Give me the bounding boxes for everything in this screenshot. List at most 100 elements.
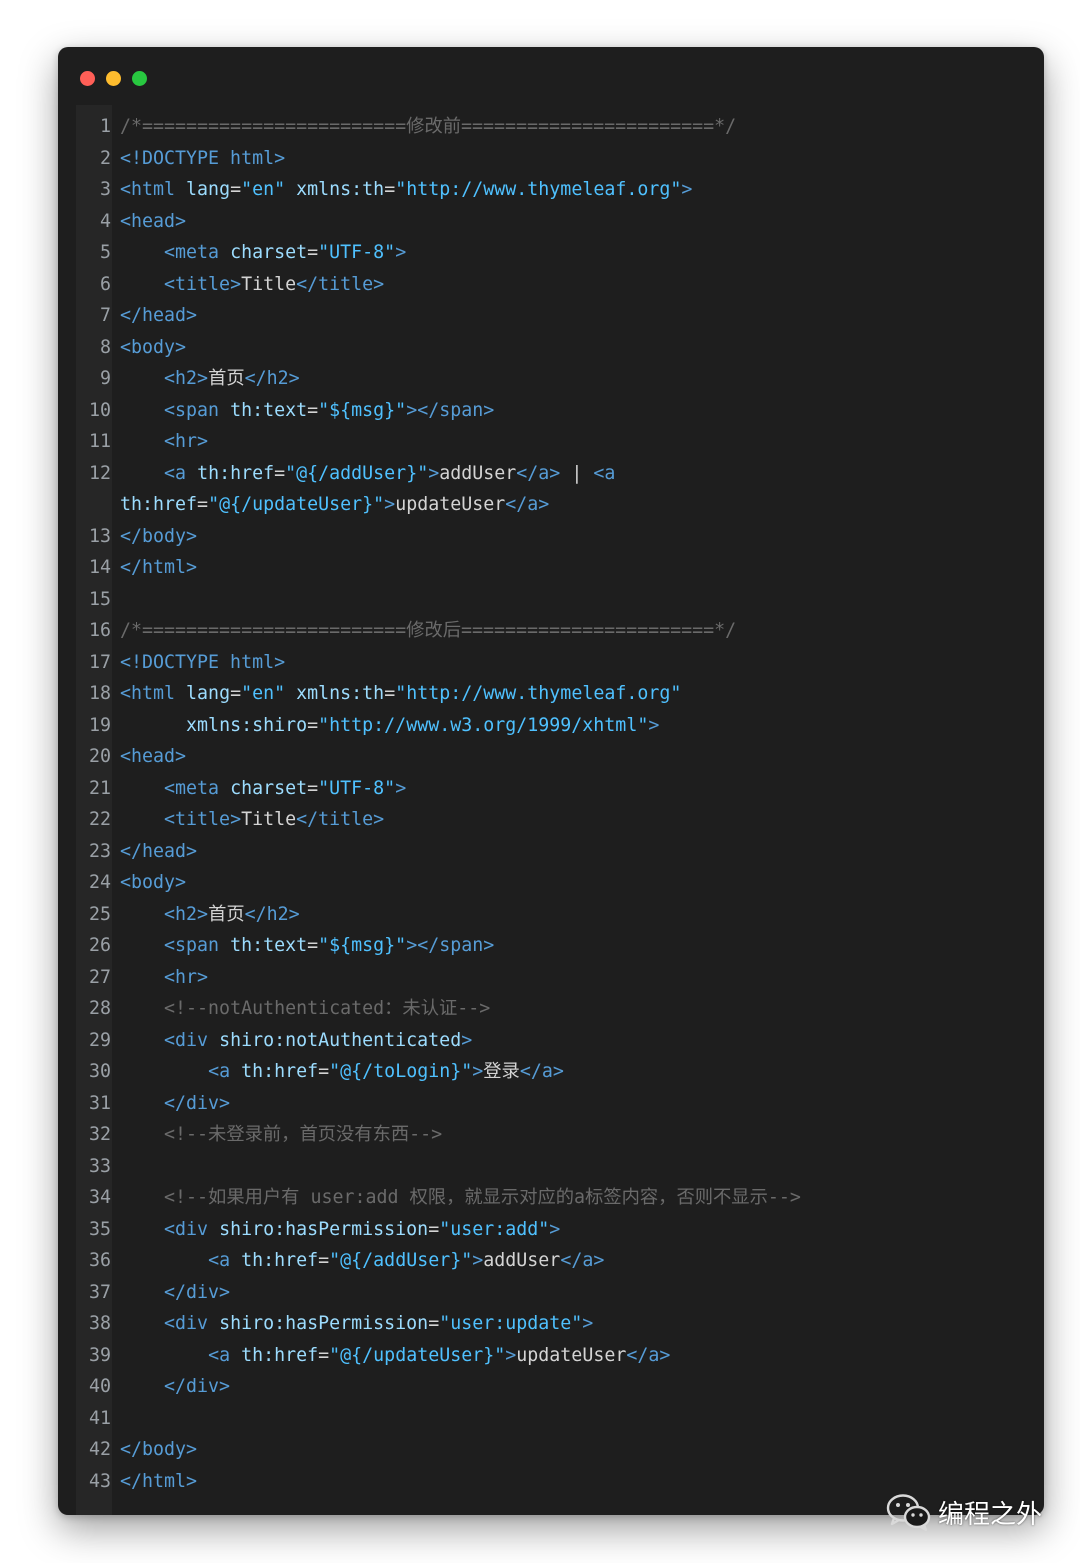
code-line: 24 <body>: [76, 867, 1036, 899]
code-token: </div>: [164, 1376, 231, 1397]
maximize-button[interactable]: [132, 71, 147, 86]
line-number: 31: [88, 1092, 111, 1114]
code-line: 35 <div shiro:hasPermission="user:add">: [76, 1214, 1036, 1246]
code-line: 33: [76, 1151, 1036, 1183]
code-token: <div: [164, 1313, 220, 1334]
code-token: Title: [241, 273, 297, 295]
line-text: <hr>: [111, 426, 208, 458]
code-token: "${msg}": [318, 935, 407, 956]
code-token: "http://www.w3.org/1999/xhtml": [318, 714, 649, 736]
code-token: "UTF-8": [318, 777, 396, 799]
code-token: =: [274, 462, 286, 484]
code-token: </a>: [516, 462, 561, 484]
code-token: <!--如果用户有 user:add 权限，就显示对应的a标签内容，否则不显示-…: [164, 1187, 801, 1208]
code-token: th:text: [230, 399, 308, 421]
code-token: Title: [241, 809, 297, 830]
code-token: >: [472, 1250, 484, 1271]
code-token: >: [395, 242, 407, 263]
code-token: <html: [120, 683, 187, 704]
code-token: addUser: [439, 462, 517, 484]
code-token: <a: [593, 462, 616, 484]
code-line: 13 </body>: [76, 521, 1036, 553]
line-number: 14: [88, 557, 111, 578]
code-token: =: [428, 1218, 440, 1240]
code-token: updateUser: [516, 1344, 627, 1366]
line-text: <a th:href="@{/updateUser}">updateUser</…: [111, 1340, 670, 1372]
line-number: 39: [88, 1344, 111, 1366]
line-number: 33: [88, 1155, 111, 1177]
code-token: >: [549, 1218, 561, 1240]
line-number: 43: [88, 1470, 111, 1492]
code-token: th:href: [241, 1061, 319, 1082]
code-token: <head>: [120, 210, 187, 232]
code-token: charset: [230, 777, 308, 799]
code-token: </a>: [560, 1250, 605, 1271]
code-token: =: [318, 1250, 330, 1271]
line-number: 23: [88, 840, 111, 862]
code-token: >: [582, 1313, 594, 1334]
code-token: <body>: [120, 872, 187, 893]
code-token: <a: [164, 462, 198, 484]
line-number: 5: [99, 242, 111, 263]
code-line: 41: [76, 1403, 1036, 1435]
wechat-icon: [886, 1494, 931, 1532]
line-number: 40: [88, 1376, 111, 1397]
code-token: <meta: [164, 242, 231, 263]
code-line: 21 <meta charset="UTF-8">: [76, 773, 1036, 805]
code-token: 登录: [483, 1061, 520, 1082]
code-token: >: [505, 1344, 517, 1366]
code-token: xmlns:th: [296, 683, 385, 704]
code-token: >: [648, 714, 660, 736]
line-number: 10: [88, 399, 111, 421]
line-number: 17: [88, 651, 111, 673]
code-token: shiro:hasPermission: [219, 1218, 429, 1240]
line-text: </div>: [111, 1371, 230, 1403]
code-token: </a>: [519, 1061, 564, 1082]
code-line: 32 <!--未登录前，首页没有东西-->: [76, 1119, 1036, 1151]
line-number: 9: [99, 368, 111, 389]
code-token: =: [428, 1313, 440, 1334]
code-window: 1 /*========================修改前==========…: [58, 47, 1044, 1515]
code-token: "UTF-8": [318, 242, 396, 263]
code-token: =: [307, 242, 319, 263]
line-text: <!--notAuthenticated：未认证-->: [111, 993, 490, 1025]
line-number: 20: [88, 746, 111, 767]
minimize-button[interactable]: [106, 71, 121, 86]
line-text: </html>: [111, 1466, 197, 1498]
code-line: 12 <a th:href="@{/addUser}">addUser</a> …: [76, 458, 1036, 490]
code-token: "@{/addUser}": [329, 1250, 473, 1271]
code-token: th:href: [241, 1344, 319, 1366]
code-token: <!--未登录前，首页没有东西-->: [164, 1124, 443, 1145]
code-token: >: [461, 1029, 473, 1051]
code-token: <!DOCTYPE html>: [120, 651, 286, 673]
code-token: shiro:hasPermission: [219, 1313, 429, 1334]
close-button[interactable]: [80, 71, 95, 86]
code-token: </head>: [120, 305, 198, 326]
line-text: <html lang="en" xmlns:th="http://www.thy…: [111, 678, 681, 710]
line-number: 30: [88, 1061, 111, 1082]
line-number: 25: [88, 903, 111, 925]
code-token: </a>: [505, 494, 550, 515]
code-token: updateUser: [395, 494, 506, 515]
code-token: >: [681, 179, 693, 200]
code-editor[interactable]: 1 /*========================修改前==========…: [76, 111, 1036, 1497]
line-number: [76, 489, 111, 521]
code-token: >: [395, 777, 407, 799]
code-token: </title>: [296, 273, 385, 295]
line-number: 13: [88, 525, 111, 547]
line-text: <span th:text="${msg}"></span>: [111, 930, 494, 962]
line-text: /*========================修改后===========…: [111, 615, 736, 647]
code-line: 8 <body>: [76, 332, 1036, 364]
line-number: 18: [88, 683, 111, 704]
line-number: 24: [88, 872, 111, 893]
code-token: <html: [120, 179, 187, 200]
